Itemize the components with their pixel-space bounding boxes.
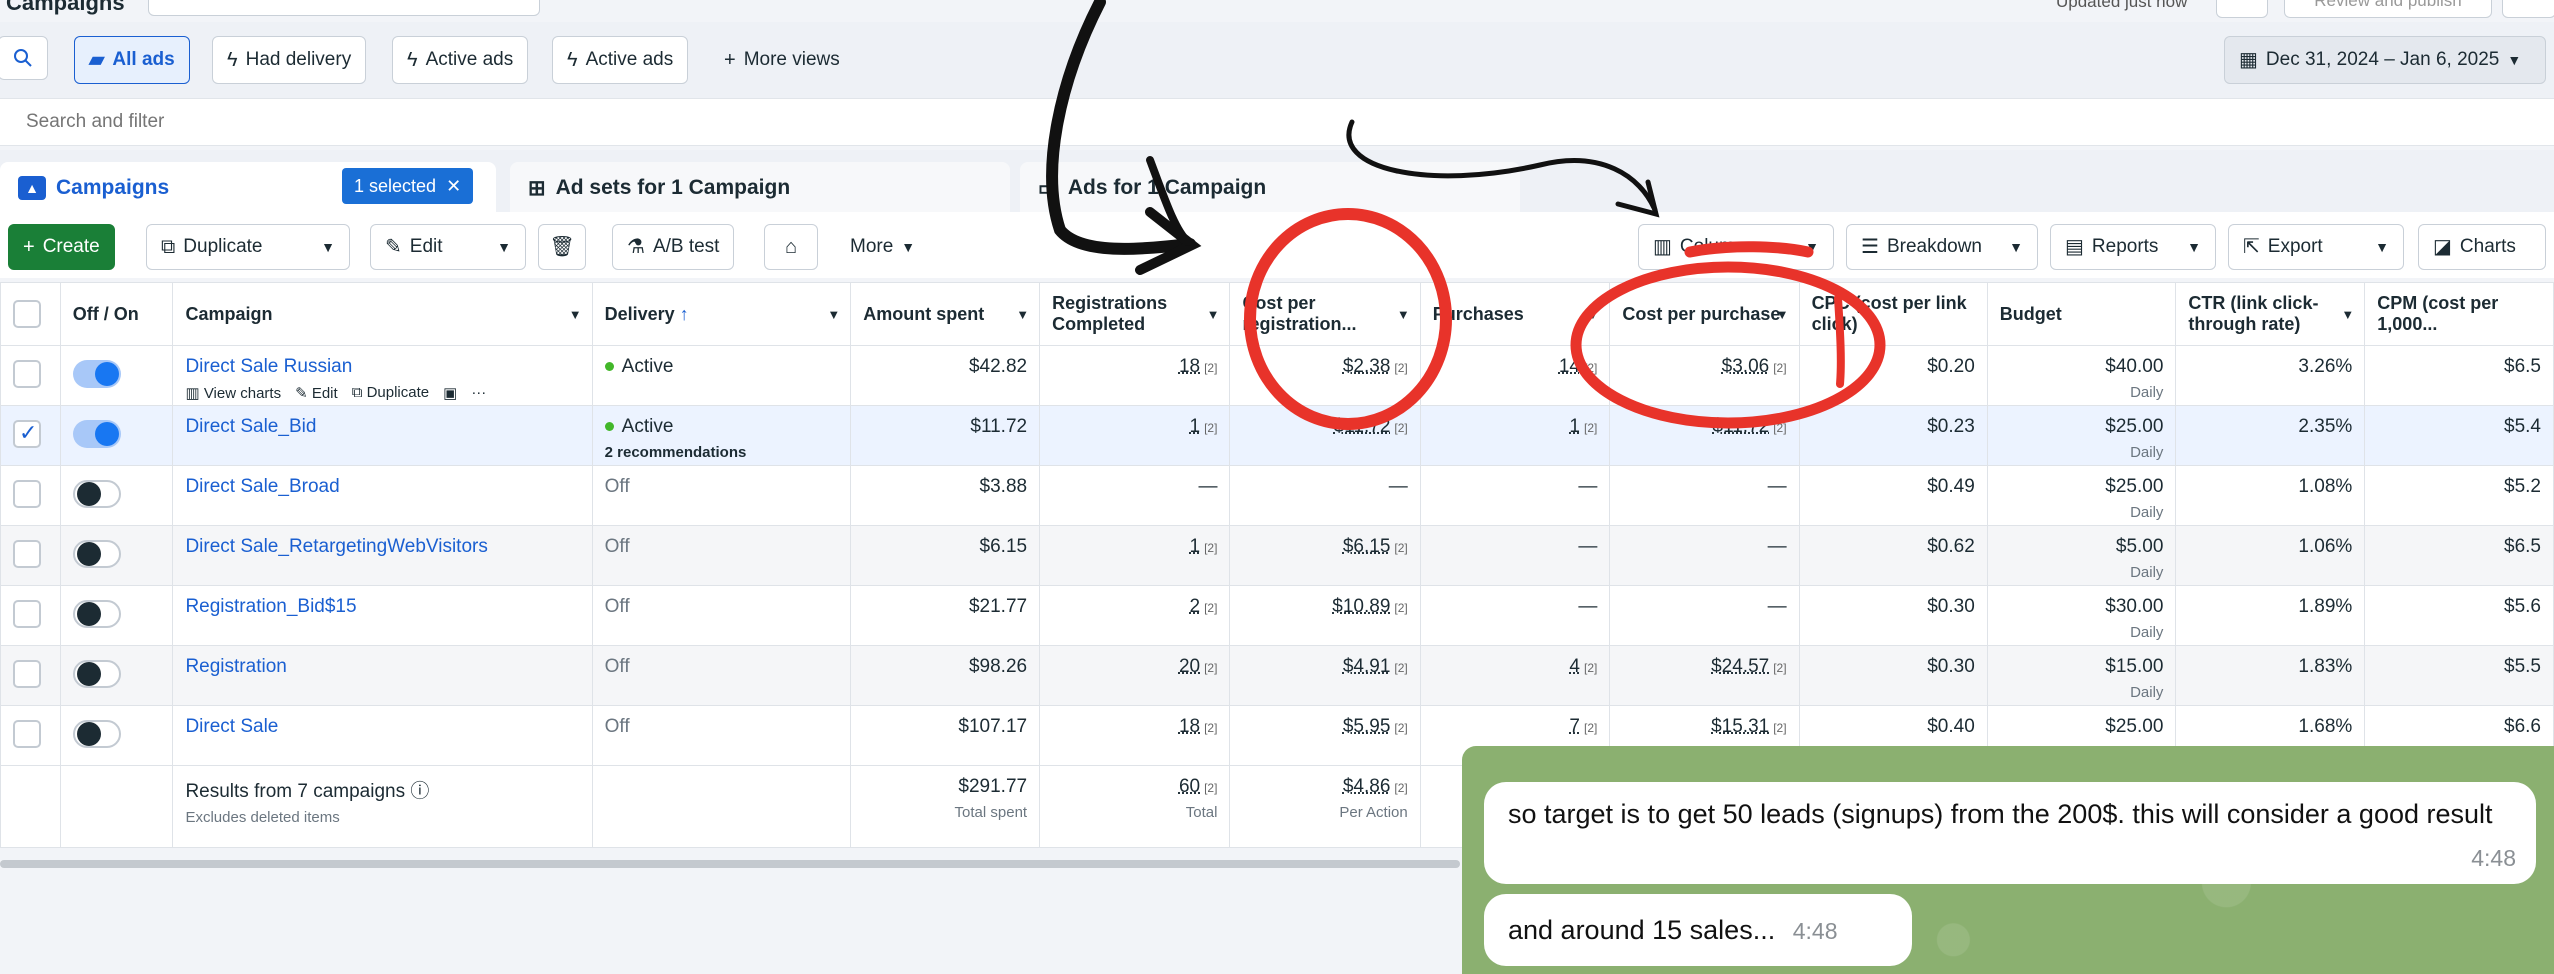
annotation-circle-cost-registration: [1244, 208, 1452, 430]
chat-message-1: so target is to get 50 leads (signups) f…: [1484, 782, 2536, 884]
chat-message-2: and around 15 sales... 4:48: [1484, 894, 1912, 966]
annotation-strike-columns: [1684, 241, 1814, 258]
chat-message-2-text: and around 15 sales...: [1508, 915, 1776, 945]
annotation-strike-cpc: [1834, 294, 1845, 388]
chat-overlay: so target is to get 50 leads (signups) f…: [1462, 746, 2554, 974]
annotation-arrow-right: [1346, 119, 1658, 213]
annotation-circle-cost-purchase: [1570, 261, 1886, 429]
chat-message-2-time: 4:48: [1792, 918, 1838, 944]
chat-message-1-time: 4:48: [2471, 844, 2516, 871]
chat-message-1-text: so target is to get 50 leads (signups) f…: [1508, 799, 2493, 829]
